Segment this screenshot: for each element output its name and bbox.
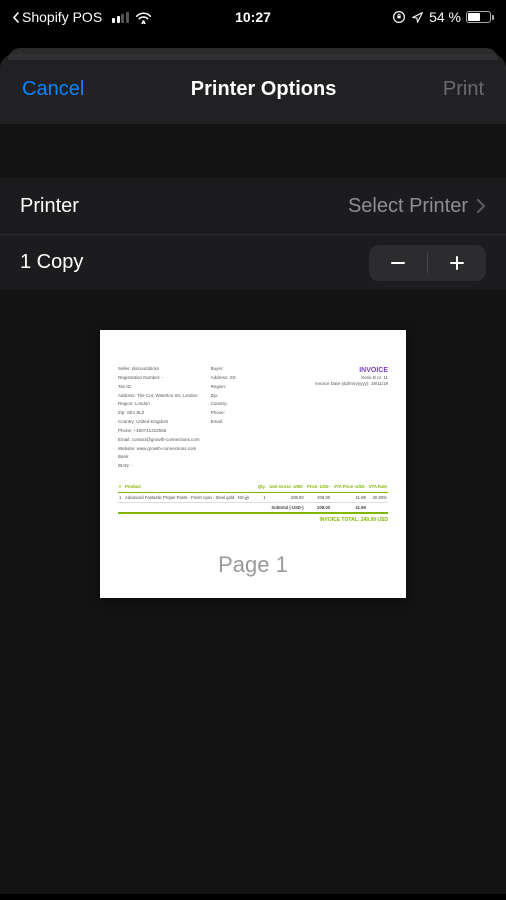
seller-block: Seller: discountdicks Registration Numbe… xyxy=(118,366,203,472)
buyer-block: Buyer: Address: Str: Region: Zip: Countr… xyxy=(211,366,296,472)
status-time: 10:27 xyxy=(235,9,271,25)
page-preview[interactable]: Seller: discountdicks Registration Numbe… xyxy=(100,330,406,598)
nav-bar: Cancel Printer Options Print xyxy=(0,54,506,124)
invoice-table: # Product Qty. Unit Gross -USD- Price -U… xyxy=(118,482,388,514)
orientation-lock-icon xyxy=(392,10,406,24)
cancel-button[interactable]: Cancel xyxy=(22,78,84,101)
minus-icon xyxy=(389,254,407,272)
battery-icon xyxy=(466,11,494,23)
wifi-icon xyxy=(135,11,152,24)
back-to-app[interactable]: Shopify POS xyxy=(12,9,102,25)
back-app-label: Shopify POS xyxy=(22,9,102,25)
invoice-document: Seller: discountdicks Registration Numbe… xyxy=(100,330,406,534)
printer-label: Printer xyxy=(20,195,79,218)
status-bar: Shopify POS 10:27 54 % xyxy=(0,0,506,34)
invoice-meta-block: INVOICE Serie B nr. 11 Invoice Date (dd/… xyxy=(303,366,388,472)
table-row: 1 Advanced Fantastic Proper Pants - Fres… xyxy=(118,492,388,502)
print-button[interactable]: Print xyxy=(443,78,484,101)
status-right: 54 % xyxy=(392,9,494,25)
copies-row: 1 Copy xyxy=(0,234,506,290)
page-number-label: Page 1 xyxy=(100,534,406,598)
decrement-button[interactable] xyxy=(369,245,427,281)
printer-row[interactable]: Printer Select Printer xyxy=(0,178,506,234)
preview-area: Seller: discountdicks Registration Numbe… xyxy=(0,290,506,598)
increment-button[interactable] xyxy=(428,245,486,281)
chevron-right-icon xyxy=(476,198,486,214)
invoice-total: INVOICE TOTAL: 249.99 USD xyxy=(118,517,388,524)
copies-label: 1 Copy xyxy=(20,251,83,274)
content-area: Printer Select Printer 1 Copy Seller: di… xyxy=(0,124,506,894)
plus-icon xyxy=(448,254,466,272)
copies-stepper xyxy=(369,245,486,281)
cellular-signal-icon xyxy=(112,12,129,23)
battery-percent: 54 % xyxy=(429,9,461,25)
location-icon xyxy=(411,11,424,24)
printer-value: Select Printer xyxy=(348,195,468,218)
back-caret-icon xyxy=(12,12,20,23)
invoice-title: INVOICE xyxy=(303,366,388,375)
subtotal-row: Subtotal (-USD-) 208.00 41.99 xyxy=(118,503,388,514)
page-title: Printer Options xyxy=(191,78,337,101)
status-left: Shopify POS xyxy=(12,9,152,25)
